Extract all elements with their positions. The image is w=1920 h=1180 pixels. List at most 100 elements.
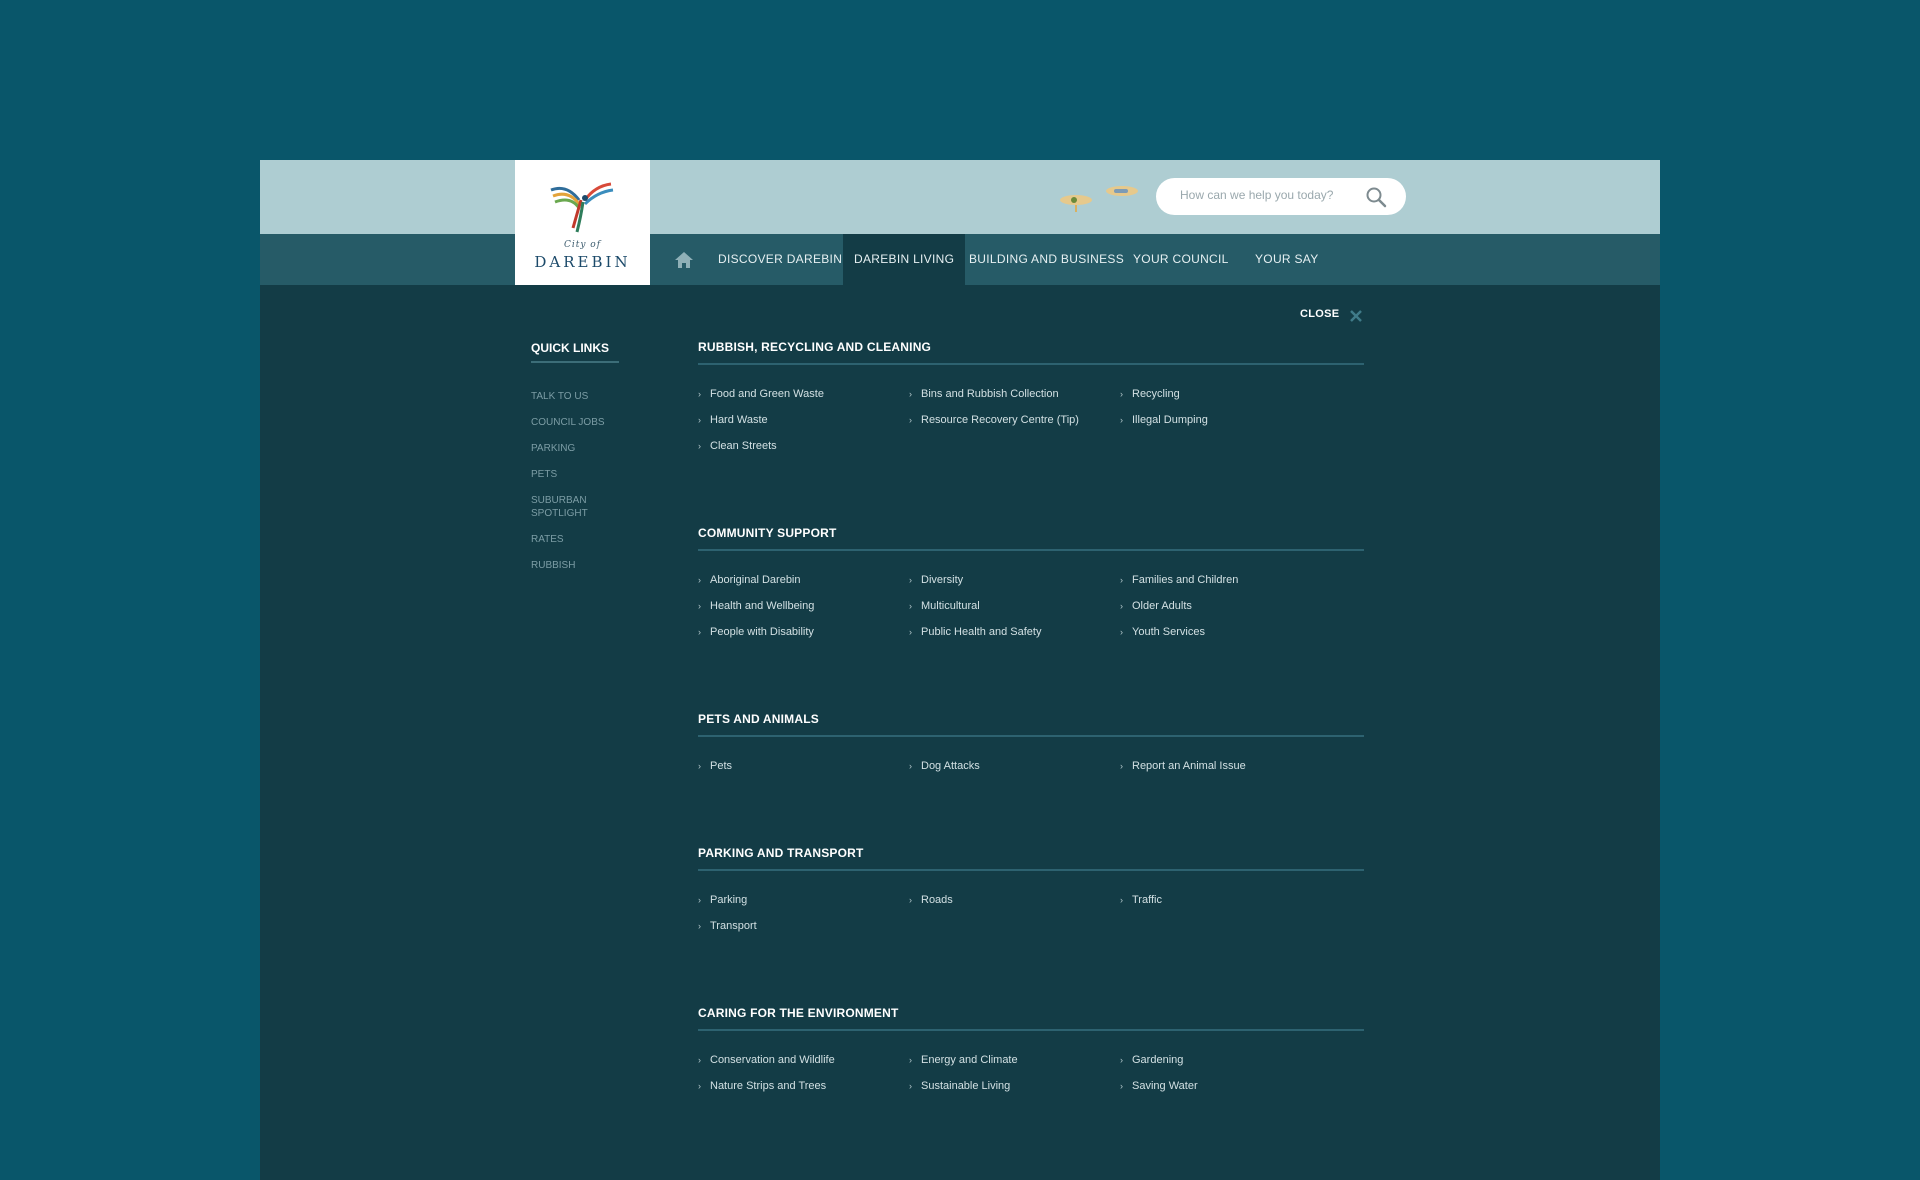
menu-link[interactable]: › Report an Animal Issue xyxy=(1120,759,1331,773)
quick-link-talk-to-us[interactable]: TALK TO US xyxy=(531,390,631,403)
quick-link-suburban-spotlight[interactable]: SUBURBAN SPOTLIGHT xyxy=(531,494,631,520)
chevron-right-icon: › xyxy=(1120,575,1123,585)
section-links: › Conservation and Wildlife › Energy and C… xyxy=(698,1053,1364,1093)
quick-links-list: TALK TO US COUNCIL JOBS PARKING PETS SUB… xyxy=(531,390,631,585)
menu-link[interactable]: › Youth Services xyxy=(1120,625,1331,639)
menu-link[interactable]: › Families and Children xyxy=(1120,573,1331,587)
section-parking-and-transport: PARKING AND TRANSPORT › Parking › Roads › T… xyxy=(698,846,1364,933)
chevron-right-icon: › xyxy=(1120,1055,1123,1065)
nav-your-say[interactable]: YOUR SAY xyxy=(1244,234,1330,285)
chevron-right-icon: › xyxy=(698,1081,701,1091)
menu-link[interactable]: › Diversity xyxy=(909,573,1120,587)
section-links: › Food and Green Waste › Bins and Rubbish … xyxy=(698,387,1364,453)
chevron-right-icon: › xyxy=(1120,627,1123,637)
quick-link-council-jobs[interactable]: COUNCIL JOBS xyxy=(531,416,631,429)
quick-link-pets[interactable]: PETS xyxy=(531,468,631,481)
logo-name: DAREBIN xyxy=(534,253,631,271)
menu-link[interactable]: › Roads xyxy=(909,893,1120,907)
menu-link[interactable]: › Sustainable Living xyxy=(909,1079,1120,1093)
chevron-right-icon: › xyxy=(1120,1081,1123,1091)
chevron-right-icon: › xyxy=(909,1081,912,1091)
chevron-right-icon: › xyxy=(698,921,701,931)
menu-link[interactable]: › Recycling xyxy=(1120,387,1331,401)
section-title: RUBBISH, RECYCLING AND CLEANING xyxy=(698,340,1364,365)
chevron-right-icon: › xyxy=(1120,895,1123,905)
chevron-right-icon: › xyxy=(909,761,912,771)
section-caring-for-environment: CARING FOR THE ENVIRONMENT › Conservation… xyxy=(698,1006,1364,1093)
darebin-logo[interactable]: City of DAREBIN xyxy=(515,160,650,285)
browser-window: City of DAREBIN DISCOVER DAREBIN DAREBIN… xyxy=(260,160,1660,1180)
chevron-right-icon: › xyxy=(909,601,912,611)
close-button[interactable]: CLOSE xyxy=(1300,308,1339,320)
chevron-right-icon: › xyxy=(698,389,701,399)
menu-link[interactable]: › Food and Green Waste xyxy=(698,387,909,401)
menu-link[interactable]: › Bins and Rubbish Collection xyxy=(909,387,1120,401)
section-links: › Aboriginal Darebin › Diversity › Families… xyxy=(698,573,1364,639)
menu-link[interactable]: › Hard Waste xyxy=(698,413,909,427)
chevron-right-icon: › xyxy=(909,895,912,905)
search-icon[interactable] xyxy=(1365,186,1387,208)
section-title: CARING FOR THE ENVIRONMENT xyxy=(698,1006,1364,1031)
search-input[interactable] xyxy=(1180,188,1370,202)
section-links: › Parking › Roads › Traffic › Transport xyxy=(698,893,1364,933)
chevron-right-icon: › xyxy=(1120,389,1123,399)
chevron-right-icon: › xyxy=(698,761,701,771)
menu-link[interactable]: › Pets xyxy=(698,759,909,773)
close-icon[interactable] xyxy=(1349,309,1363,323)
chevron-right-icon: › xyxy=(909,389,912,399)
menu-link[interactable]: › Traffic xyxy=(1120,893,1331,907)
header-bar xyxy=(260,160,1660,234)
section-title: PETS AND ANIMALS xyxy=(698,712,1364,737)
quick-links-title: QUICK LINKS xyxy=(531,341,619,363)
menu-link[interactable]: › Parking xyxy=(698,893,909,907)
translate-icon[interactable] xyxy=(1056,182,1146,216)
nav-darebin-living[interactable]: DAREBIN LIVING xyxy=(843,234,966,285)
menu-link[interactable]: › Resource Recovery Centre (Tip) xyxy=(909,413,1120,427)
hummingbird-icon xyxy=(550,182,614,233)
search-box[interactable] xyxy=(1156,178,1406,215)
chevron-right-icon: › xyxy=(909,1055,912,1065)
chevron-right-icon: › xyxy=(909,627,912,637)
logo-city-label: City of xyxy=(563,240,602,250)
menu-link[interactable]: › Multicultural xyxy=(909,599,1120,613)
menu-link[interactable]: › Illegal Dumping xyxy=(1120,413,1331,427)
chevron-right-icon: › xyxy=(1120,601,1123,611)
nav-discover-darebin[interactable]: DISCOVER DAREBIN xyxy=(707,234,853,285)
section-community-support: COMMUNITY SUPPORT › Aboriginal Darebin › D… xyxy=(698,526,1364,639)
menu-link[interactable]: › Saving Water xyxy=(1120,1079,1331,1093)
chevron-right-icon: › xyxy=(1120,415,1123,425)
menu-link[interactable]: › Public Health and Safety xyxy=(909,625,1120,639)
menu-link[interactable]: › Transport xyxy=(698,919,909,933)
chevron-right-icon: › xyxy=(698,415,701,425)
chevron-right-icon: › xyxy=(698,895,701,905)
chevron-right-icon: › xyxy=(909,575,912,585)
section-title: COMMUNITY SUPPORT xyxy=(698,526,1364,551)
menu-link[interactable]: › Dog Attacks xyxy=(909,759,1120,773)
menu-link[interactable]: › Energy and Climate xyxy=(909,1053,1120,1067)
chevron-right-icon: › xyxy=(698,601,701,611)
menu-link[interactable]: › Conservation and Wildlife xyxy=(698,1053,909,1067)
section-pets-and-animals: PETS AND ANIMALS › Pets › Dog Attacks › Rep… xyxy=(698,712,1364,773)
quick-link-rubbish[interactable]: RUBBISH xyxy=(531,559,631,572)
nav-your-council[interactable]: YOUR COUNCIL xyxy=(1122,234,1240,285)
chevron-right-icon: › xyxy=(909,415,912,425)
chevron-right-icon: › xyxy=(698,1055,701,1065)
nav-building-and-business[interactable]: BUILDING AND BUSINESS xyxy=(958,234,1135,285)
menu-link[interactable]: › Clean Streets xyxy=(698,439,909,453)
menu-link[interactable]: › Aboriginal Darebin xyxy=(698,573,909,587)
menu-link[interactable]: › Gardening xyxy=(1120,1053,1331,1067)
menu-link[interactable]: › Health and Wellbeing xyxy=(698,599,909,613)
quick-link-parking[interactable]: PARKING xyxy=(531,442,631,455)
section-links: › Pets › Dog Attacks › Report an Animal Iss… xyxy=(698,759,1364,773)
menu-link[interactable]: › Nature Strips and Trees xyxy=(698,1079,909,1093)
section-title: PARKING AND TRANSPORT xyxy=(698,846,1364,871)
menu-link[interactable]: › Older Adults xyxy=(1120,599,1331,613)
quick-link-rates[interactable]: RATES xyxy=(531,533,631,546)
chevron-right-icon: › xyxy=(698,575,701,585)
chevron-right-icon: › xyxy=(698,627,701,637)
section-rubbish-recycling: RUBBISH, RECYCLING AND CLEANING › Food an… xyxy=(698,340,1364,453)
menu-link[interactable]: › People with Disability xyxy=(698,625,909,639)
chevron-right-icon: › xyxy=(698,441,701,451)
chevron-right-icon: › xyxy=(1120,761,1123,771)
home-icon[interactable] xyxy=(674,251,694,269)
